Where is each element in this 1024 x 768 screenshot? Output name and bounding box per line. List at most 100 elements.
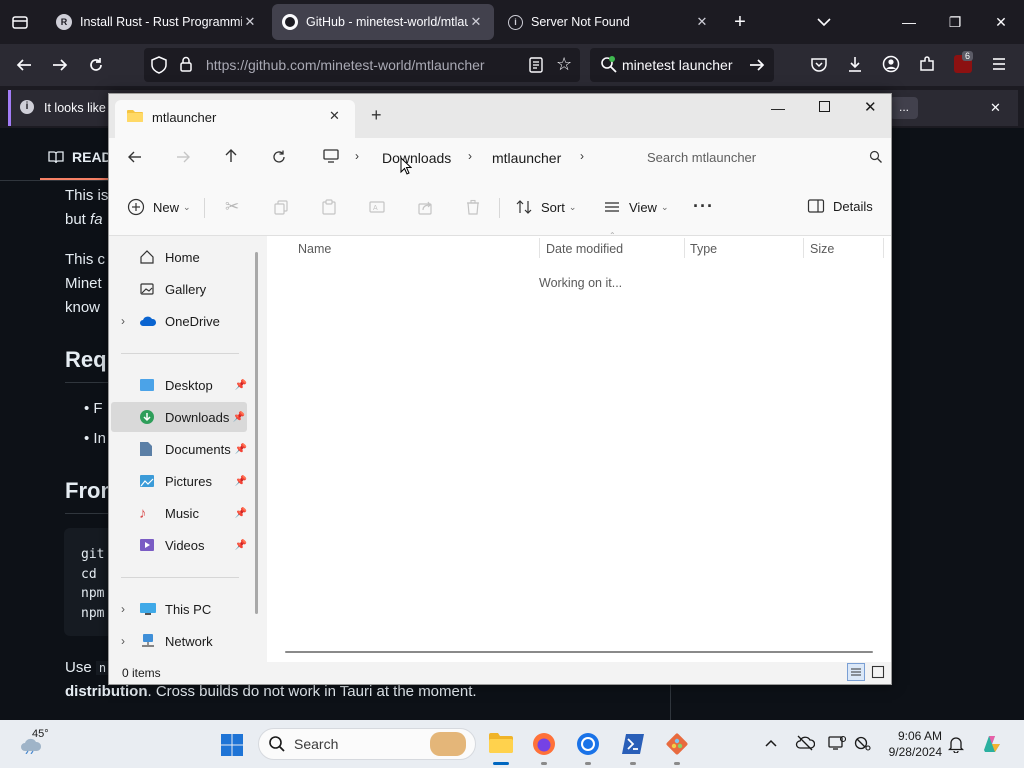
network-status-icon[interactable] xyxy=(854,735,872,751)
chevron-right-icon[interactable]: › xyxy=(121,314,133,328)
maximize-icon[interactable] xyxy=(819,101,830,112)
taskbar-powershell-icon[interactable] xyxy=(621,733,645,755)
nav-item-onedrive[interactable]: › OneDrive xyxy=(113,306,247,336)
cut-icon[interactable]: ✂ xyxy=(225,197,239,217)
column-header-name[interactable]: Name xyxy=(298,242,331,256)
sort-button[interactable]: Sort ⌄ xyxy=(515,198,576,216)
taskbar-git-icon[interactable] xyxy=(665,732,689,756)
back-icon[interactable] xyxy=(8,49,40,81)
pin-icon[interactable]: 📌 xyxy=(235,508,247,519)
display-icon[interactable] xyxy=(828,735,846,751)
nav-item-home[interactable]: Home xyxy=(113,242,247,272)
extensions-icon[interactable] xyxy=(918,55,936,73)
taskbar-chrome-icon[interactable] xyxy=(576,732,600,756)
close-tab-icon[interactable]: ✕ xyxy=(468,14,484,30)
new-tab-icon[interactable]: + xyxy=(371,105,382,126)
column-header-date-modified[interactable]: Date modified xyxy=(546,242,623,256)
search-icon[interactable] xyxy=(869,150,883,164)
details-view-toggle[interactable] xyxy=(847,663,865,681)
column-header-size[interactable]: Size xyxy=(810,242,834,256)
browser-tab-active[interactable]: GitHub - minetest-world/mtlau ✕ xyxy=(272,4,494,40)
chevron-right-icon[interactable]: › xyxy=(468,149,472,163)
pin-icon[interactable]: 📌 xyxy=(235,540,247,551)
back-icon[interactable] xyxy=(127,149,143,165)
close-notification-icon[interactable]: ✕ xyxy=(990,100,1001,116)
taskbar-firefox-icon[interactable] xyxy=(532,732,556,756)
horizontal-scrollbar[interactable] xyxy=(285,651,873,653)
start-windows-icon[interactable] xyxy=(220,733,244,757)
account-icon[interactable] xyxy=(882,55,900,73)
forward-icon[interactable] xyxy=(44,49,76,81)
pin-icon[interactable]: 📌 xyxy=(235,476,247,487)
notification-action-button[interactable]: ... xyxy=(890,97,918,119)
tab-overview-icon[interactable] xyxy=(8,10,32,34)
system-tray-chevron-icon[interactable] xyxy=(764,736,778,750)
restore-window-icon[interactable]: ❐ xyxy=(932,0,978,44)
close-tab-icon[interactable]: ✕ xyxy=(329,108,340,124)
notification-bell-icon[interactable] xyxy=(948,735,964,753)
search-input[interactable]: Search mtlauncher xyxy=(647,150,756,165)
shield-icon[interactable] xyxy=(150,55,168,75)
quick-access-music[interactable]: ♪ Music 📌 xyxy=(113,498,247,528)
bookmark-star-icon[interactable]: ☆ xyxy=(556,55,572,73)
forward-icon[interactable] xyxy=(175,149,191,165)
copy-icon[interactable] xyxy=(273,199,289,215)
close-tab-icon[interactable]: ✕ xyxy=(242,14,258,30)
rename-icon[interactable]: A xyxy=(369,199,385,215)
browser-tab[interactable]: R Install Rust - Rust Programming ✕ xyxy=(46,4,268,40)
cloud-offline-icon[interactable] xyxy=(795,735,815,751)
clock[interactable]: 9:06 AM 9/28/2024 xyxy=(884,729,942,759)
delete-icon[interactable] xyxy=(465,199,481,215)
chevron-right-icon[interactable]: › xyxy=(121,602,133,616)
nav-scrollbar[interactable] xyxy=(255,252,258,614)
view-button[interactable]: View ⌄ xyxy=(603,198,669,216)
quick-access-downloads[interactable]: Downloads 📌 xyxy=(111,402,247,432)
pin-icon[interactable]: 📌 xyxy=(233,412,245,423)
taskbar-file-explorer-icon[interactable] xyxy=(488,732,514,754)
reader-view-icon[interactable] xyxy=(528,56,544,74)
tab-list-chevron-icon[interactable] xyxy=(812,10,836,34)
menu-icon[interactable] xyxy=(990,55,1008,73)
up-icon[interactable] xyxy=(223,148,239,164)
share-icon[interactable] xyxy=(417,199,433,215)
nav-item-gallery[interactable]: Gallery xyxy=(113,274,247,304)
browser-tab[interactable]: i Server Not Found ✕ xyxy=(498,4,720,40)
quick-access-pictures[interactable]: Pictures 📌 xyxy=(113,466,247,496)
details-pane-button[interactable]: Details xyxy=(807,198,873,214)
column-separator[interactable] xyxy=(803,238,804,258)
new-tab-icon[interactable]: + xyxy=(728,10,752,34)
nav-item-this-pc[interactable]: › This PC xyxy=(113,594,247,624)
quick-access-desktop[interactable]: Desktop 📌 xyxy=(113,370,247,400)
downloads-icon[interactable] xyxy=(846,55,864,73)
quick-access-videos[interactable]: Videos 📌 xyxy=(113,530,247,560)
copilot-icon[interactable] xyxy=(980,732,1004,756)
nav-item-network[interactable]: › Network xyxy=(113,626,247,656)
minimize-icon[interactable]: — xyxy=(771,100,785,116)
close-window-icon[interactable]: ✕ xyxy=(864,98,877,116)
breadcrumb-mtlauncher[interactable]: mtlauncher xyxy=(492,150,561,166)
chevron-right-icon[interactable]: › xyxy=(121,634,133,648)
column-header-type[interactable]: Type xyxy=(690,242,717,256)
close-window-icon[interactable]: ✕ xyxy=(978,0,1024,44)
chevron-right-icon[interactable]: › xyxy=(580,149,584,163)
readme-tab[interactable]: READ xyxy=(48,149,112,165)
pin-icon[interactable]: 📌 xyxy=(235,380,247,391)
pocket-icon[interactable] xyxy=(810,56,828,74)
minimize-window-icon[interactable]: — xyxy=(886,0,932,44)
refresh-icon[interactable] xyxy=(271,149,287,165)
breadcrumb-downloads[interactable]: Downloads xyxy=(382,150,451,166)
pin-icon[interactable]: 📌 xyxy=(235,444,247,455)
url-text[interactable]: https://github.com/minetest-world/mtlaun… xyxy=(206,57,485,73)
reload-icon[interactable] xyxy=(80,49,112,81)
explorer-tab[interactable] xyxy=(115,100,355,138)
column-separator[interactable] xyxy=(539,238,540,258)
chevron-right-icon[interactable]: › xyxy=(355,149,359,163)
tiles-view-toggle[interactable] xyxy=(871,665,885,679)
quick-access-documents[interactable]: Documents 📌 xyxy=(113,434,247,464)
lock-icon[interactable] xyxy=(178,55,194,73)
column-separator[interactable] xyxy=(883,238,884,258)
new-button[interactable]: New ⌄ xyxy=(127,198,191,216)
paste-icon[interactable] xyxy=(321,199,337,215)
close-tab-icon[interactable]: ✕ xyxy=(694,14,710,30)
column-separator[interactable] xyxy=(684,238,685,258)
